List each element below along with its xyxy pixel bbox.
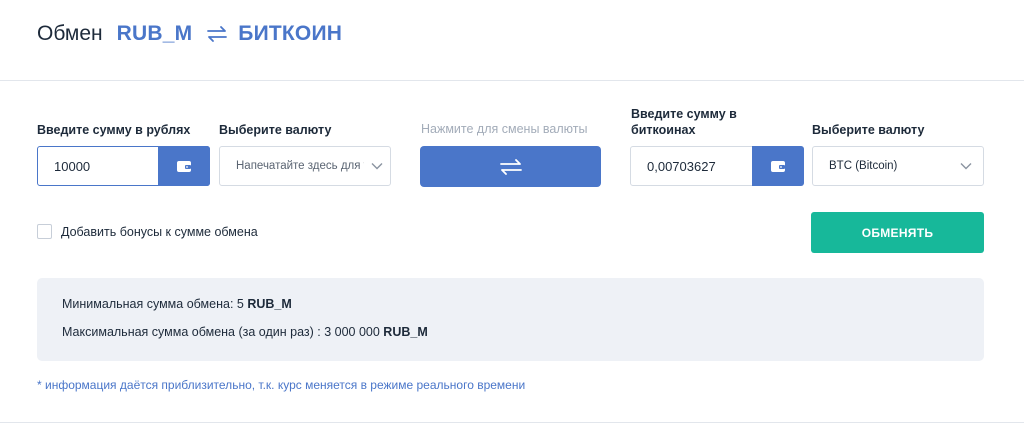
from-currency: RUB_M: [116, 22, 193, 45]
get-currency-value: BTC (Bitcoin): [829, 160, 898, 172]
get-wallet-button[interactable]: [752, 146, 804, 186]
page-title: Обмен RUB_M БИТКОИН: [37, 20, 342, 48]
min-amount-text: Минимальная сумма обмена: 5: [62, 297, 244, 311]
title-word: Обмен: [37, 22, 103, 45]
give-wallet-button[interactable]: [158, 146, 210, 186]
bonus-checkbox[interactable]: [37, 224, 52, 239]
bonus-checkbox-label[interactable]: Добавить бонусы к сумме обмена: [61, 225, 258, 239]
get-amount-label-line1: Введите сумму в: [631, 107, 737, 121]
limits-info-panel: Минимальная сумма обмена: 5 RUB_M Максим…: [37, 278, 984, 361]
get-amount-label: Введите сумму в биткоинах: [631, 106, 737, 138]
swap-hint: Нажмите для смены валюты: [421, 122, 588, 136]
min-amount-info: Минимальная сумма обмена: 5 RUB_M: [62, 297, 292, 311]
give-currency-label: Выберите валюту: [219, 123, 332, 137]
swap-currencies-button[interactable]: [420, 146, 601, 187]
give-currency-placeholder: Напечатайте здесь для у...: [236, 160, 364, 172]
get-amount-label-line2: биткоинах: [631, 123, 696, 137]
divider: [0, 422, 1024, 423]
swap-arrows-icon: [206, 24, 228, 44]
give-amount-label: Введите сумму в рублях: [37, 123, 191, 137]
exchange-button[interactable]: ОБМЕНЯТЬ: [811, 212, 984, 253]
max-amount-text: Максимальная сумма обмена (за один раз) …: [62, 325, 380, 339]
to-currency: БИТКОИН: [238, 22, 343, 45]
max-amount-info: Максимальная сумма обмена (за один раз) …: [62, 325, 428, 339]
bonus-checkbox-row[interactable]: Добавить бонусы к сумме обмена: [37, 224, 258, 239]
wallet-icon: [177, 161, 191, 172]
get-amount-input[interactable]: 0,00703627: [630, 146, 804, 186]
swap-arrows-icon: [499, 158, 522, 175]
get-currency-label: Выберите валюту: [812, 123, 925, 137]
min-amount-currency: RUB_M: [247, 297, 292, 311]
max-amount-currency: RUB_M: [383, 325, 428, 339]
rate-disclaimer: * информация даётся приблизительно, т.к.…: [37, 378, 526, 392]
chevron-down-icon: [949, 162, 983, 170]
get-currency-select[interactable]: BTC (Bitcoin): [812, 146, 984, 186]
wallet-icon: [771, 161, 785, 172]
page-header: Обмен RUB_M БИТКОИН: [0, 0, 1024, 81]
give-amount-input[interactable]: 10000: [37, 146, 210, 186]
chevron-down-icon: [364, 162, 390, 170]
give-currency-select[interactable]: Напечатайте здесь для у...: [219, 146, 391, 186]
